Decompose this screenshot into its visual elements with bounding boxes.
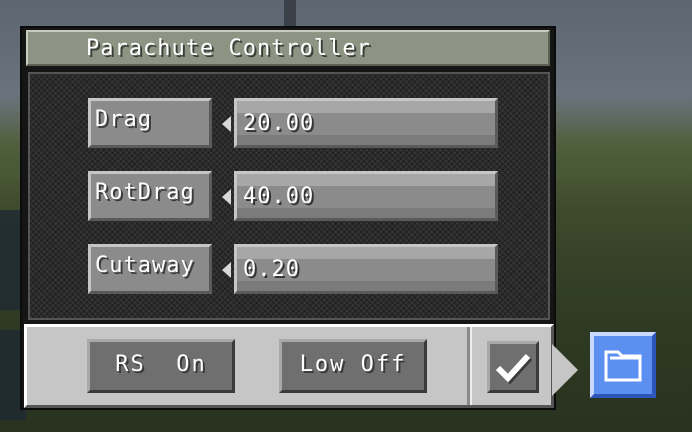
- arrow-left-icon: [222, 262, 231, 278]
- arrow-left-icon: [222, 116, 231, 132]
- field-row-rotdrag: RotDrag 40.00: [30, 171, 548, 225]
- low-toggle-button[interactable]: Low Off: [279, 339, 427, 393]
- parachute-controller-panel: Parachute Controller Drag 20.00 RotDrag …: [20, 26, 556, 410]
- cutaway-input[interactable]: 0.20: [234, 244, 498, 294]
- field-label-box: Cutaway: [88, 244, 212, 294]
- window-title: Parachute Controller: [86, 36, 371, 61]
- field-label-box: RotDrag: [88, 171, 212, 221]
- field-area: Drag 20.00 RotDrag 40.00 Cutaway 0.20: [28, 72, 550, 320]
- field-value: 0.20: [243, 257, 300, 282]
- field-label: Drag: [95, 107, 152, 132]
- rs-toggle-button[interactable]: RS On: [87, 339, 235, 393]
- field-row-cutaway: Cutaway 0.20: [30, 244, 548, 298]
- field-value: 20.00: [243, 111, 315, 136]
- rotdrag-input[interactable]: 40.00: [234, 171, 498, 221]
- title-bar: Parachute Controller: [26, 30, 550, 66]
- drag-input[interactable]: 20.00: [234, 98, 498, 148]
- field-label: Cutaway: [95, 253, 195, 278]
- toolbar-divider: [467, 327, 472, 405]
- folder-button[interactable]: [590, 332, 656, 398]
- field-label: RotDrag: [95, 180, 195, 205]
- confirm-button[interactable]: [487, 341, 539, 393]
- scene-pole: [284, 0, 296, 28]
- bottom-toolbar: RS On Low Off: [24, 324, 554, 408]
- field-label-box: Drag: [88, 98, 212, 148]
- field-row-drag: Drag 20.00: [30, 98, 548, 152]
- arrow-left-icon: [222, 189, 231, 205]
- folder-icon: [604, 350, 642, 382]
- field-value: 40.00: [243, 184, 315, 209]
- toolbar-arrow-tab: [552, 344, 578, 396]
- checkmark-icon: [495, 353, 533, 385]
